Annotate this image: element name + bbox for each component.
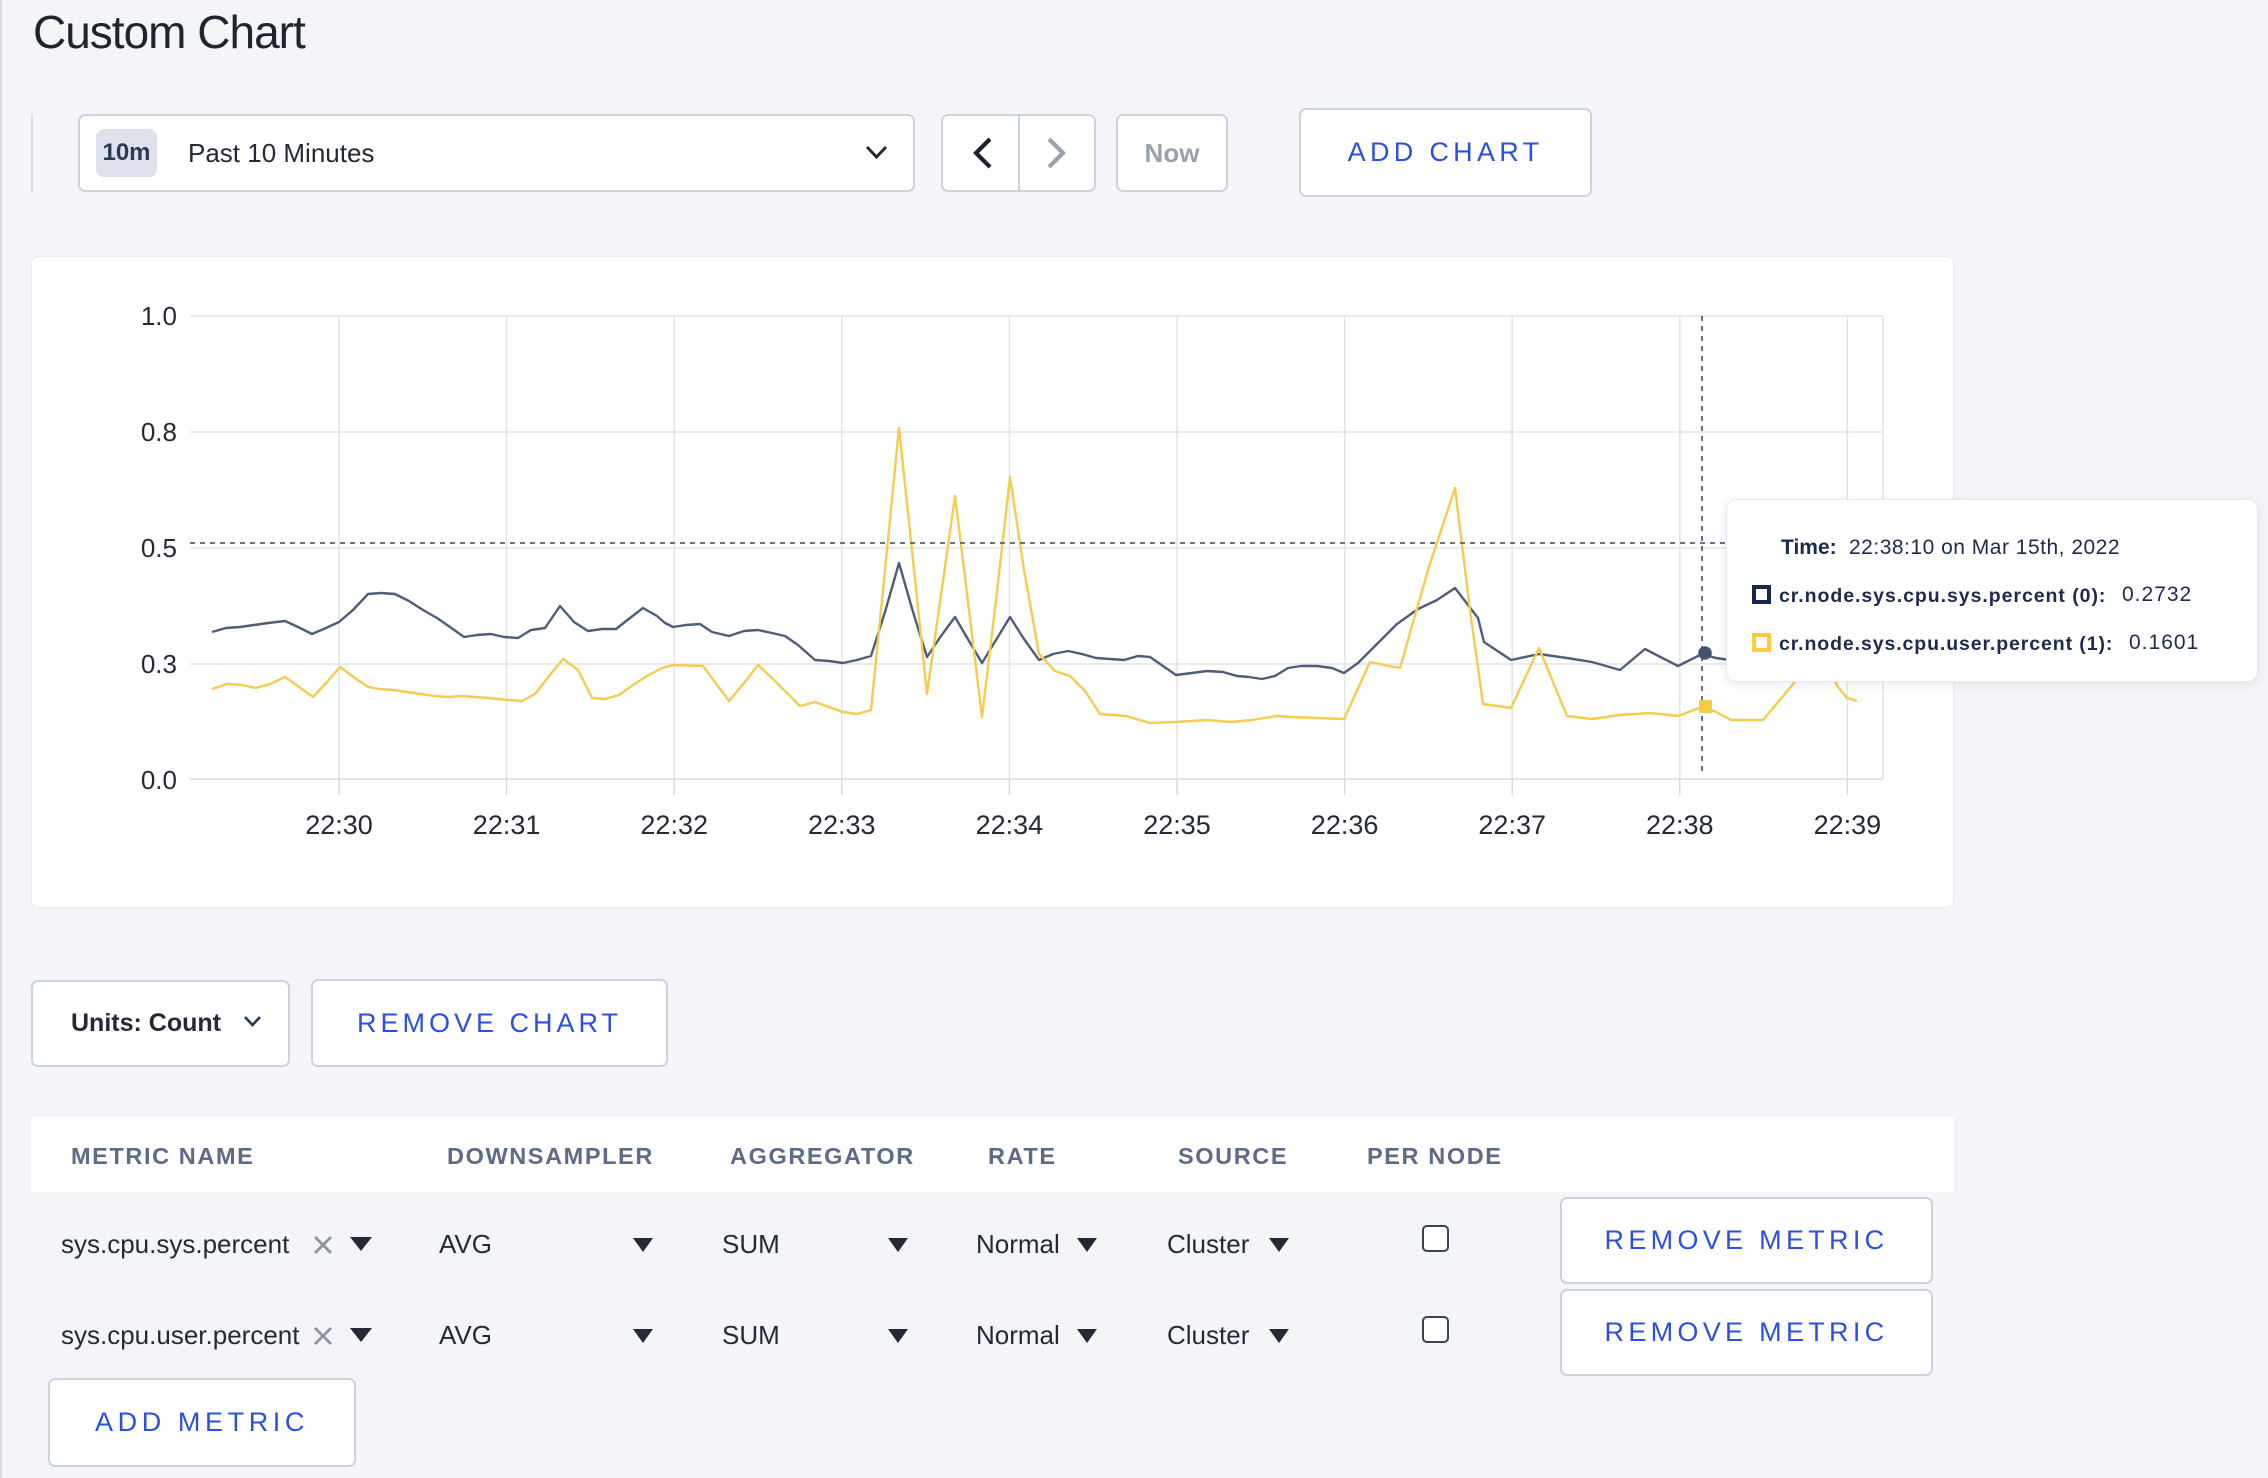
svg-text:0.5: 0.5	[141, 533, 177, 563]
svg-text:22:32: 22:32	[640, 810, 708, 840]
svg-text:22:34: 22:34	[976, 810, 1044, 840]
svg-text:22:38: 22:38	[1646, 810, 1714, 840]
svg-text:0.3: 0.3	[141, 649, 177, 679]
svg-text:22:39: 22:39	[1814, 810, 1882, 840]
svg-text:1.0: 1.0	[141, 301, 177, 331]
svg-text:0.0: 0.0	[141, 765, 177, 795]
svg-text:22:35: 22:35	[1143, 810, 1211, 840]
svg-text:22:37: 22:37	[1478, 810, 1546, 840]
svg-text:22:30: 22:30	[305, 810, 373, 840]
svg-text:22:31: 22:31	[473, 810, 541, 840]
svg-text:22:33: 22:33	[808, 810, 876, 840]
svg-text:22:36: 22:36	[1311, 810, 1379, 840]
svg-text:0.8: 0.8	[141, 417, 177, 447]
